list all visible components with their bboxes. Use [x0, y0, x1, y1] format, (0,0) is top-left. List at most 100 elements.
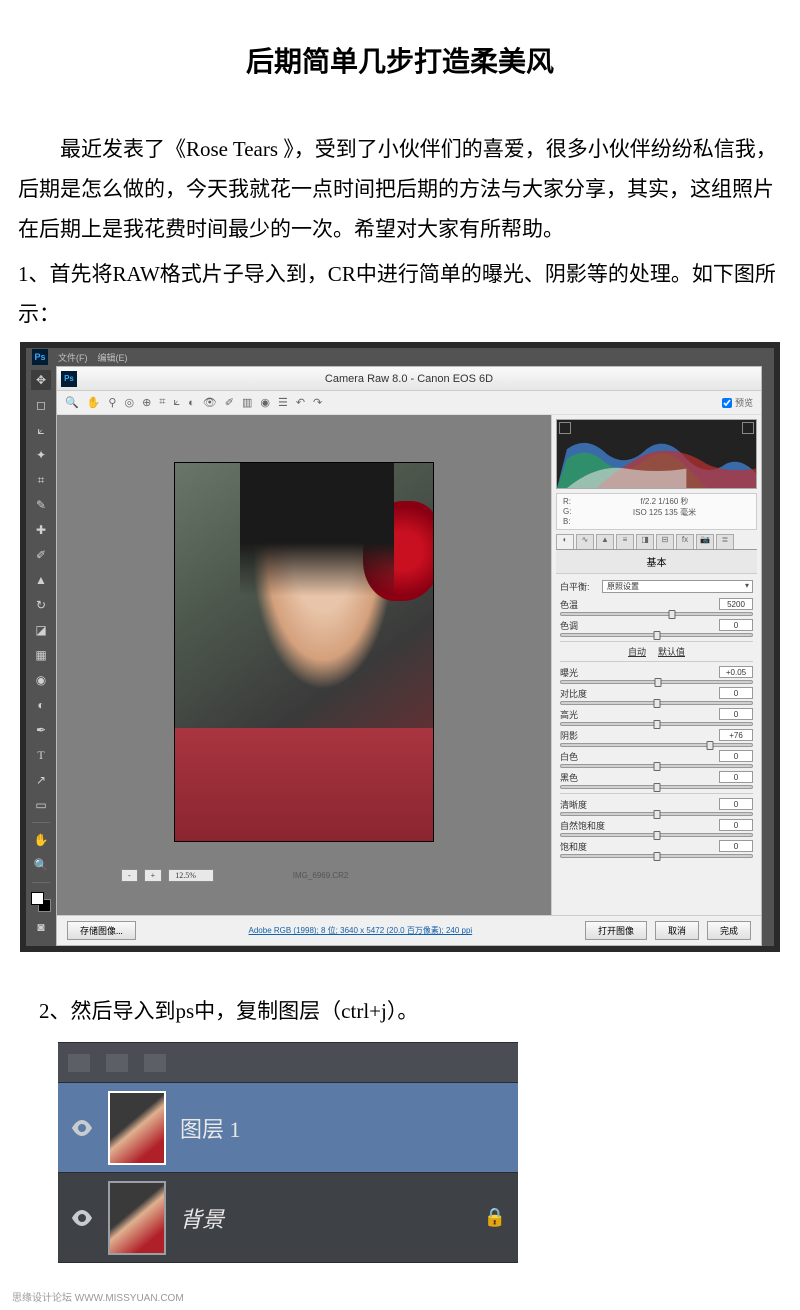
menu-edit[interactable]: 编辑(E)	[98, 351, 128, 364]
marquee-tool-icon[interactable]: ◻	[31, 395, 51, 415]
wand-tool-icon[interactable]: ✦	[31, 445, 51, 465]
shadows-value[interactable]: +76	[719, 729, 753, 741]
clarity-slider[interactable]	[560, 812, 753, 816]
visibility-icon[interactable]	[70, 1116, 94, 1140]
cr-target-icon[interactable]: ⊕	[142, 396, 151, 409]
zoom-out-button[interactable]: +	[144, 869, 163, 882]
mask-icon[interactable]	[144, 1054, 166, 1072]
crop-tool-icon[interactable]: ⌗	[31, 470, 51, 490]
tab-cal[interactable]: 📷	[696, 534, 714, 549]
preview-image[interactable]	[174, 462, 434, 842]
visibility-icon[interactable]	[70, 1206, 94, 1230]
histogram[interactable]	[556, 419, 757, 489]
cr-rotate-l-icon[interactable]: ↶	[296, 396, 305, 409]
tab-hsl[interactable]: ≡	[616, 534, 634, 549]
shadow-clip-icon[interactable]	[559, 422, 571, 434]
contrast-value[interactable]: 0	[719, 687, 753, 699]
highlights-value[interactable]: 0	[719, 708, 753, 720]
shape-tool-icon[interactable]: ▭	[31, 795, 51, 815]
auto-button[interactable]: 自动	[628, 645, 646, 658]
brush-tool-icon[interactable]: ✐	[31, 545, 51, 565]
fx-icon[interactable]	[106, 1054, 128, 1072]
tab-curve[interactable]: ∿	[576, 534, 594, 549]
clarity-value[interactable]: 0	[719, 798, 753, 810]
ps-menubar: Ps 文件(F) 编辑(E)	[26, 348, 774, 366]
layer-row-background[interactable]: 背景 🔒	[58, 1173, 518, 1263]
blur-tool-icon[interactable]: ◉	[31, 670, 51, 690]
tint-slider[interactable]	[560, 633, 753, 637]
tab-preset[interactable]: ≣	[716, 534, 734, 549]
save-image-button[interactable]: 存储图像...	[67, 921, 136, 940]
layer-thumbnail[interactable]	[108, 1181, 166, 1255]
blacks-slider[interactable]	[560, 785, 753, 789]
color-swatch-icon[interactable]	[31, 892, 51, 912]
default-button[interactable]: 默认值	[658, 645, 685, 658]
tab-lens[interactable]: ⊟	[656, 534, 674, 549]
whites-value[interactable]: 0	[719, 750, 753, 762]
cr-redeye-icon[interactable]: 👁	[203, 396, 217, 409]
cr-radial-icon[interactable]: ◉	[260, 396, 270, 409]
cr-wb-icon[interactable]: ⚲	[108, 396, 116, 409]
gradient-tool-icon[interactable]: ▦	[31, 645, 51, 665]
move-tool-icon[interactable]: ✥	[31, 370, 51, 390]
pen-tool-icon[interactable]: ✒	[31, 720, 51, 740]
temp-value[interactable]: 5200	[719, 598, 753, 610]
link-icon[interactable]	[68, 1054, 90, 1072]
eyedropper-tool-icon[interactable]: ✎	[31, 495, 51, 515]
eraser-tool-icon[interactable]: ◪	[31, 620, 51, 640]
dodge-tool-icon[interactable]: ◐	[31, 695, 51, 715]
zoom-out-button[interactable]: -	[121, 869, 138, 882]
shadows-slider[interactable]	[560, 743, 753, 747]
cr-sampler-icon[interactable]: ◎	[124, 396, 134, 409]
cr-rotate-r-icon[interactable]: ↷	[313, 396, 322, 409]
tint-value[interactable]: 0	[719, 619, 753, 631]
saturation-value[interactable]: 0	[719, 840, 753, 852]
tab-fx[interactable]: fx	[676, 534, 694, 549]
tab-detail[interactable]: ▲	[596, 534, 614, 549]
lasso-tool-icon[interactable]: ⟀	[31, 420, 51, 440]
cr-straighten-icon[interactable]: ⟀	[174, 396, 181, 409]
done-button[interactable]: 完成	[707, 921, 751, 940]
history-brush-icon[interactable]: ↻	[31, 595, 51, 615]
saturation-slider[interactable]	[560, 854, 753, 858]
vibrance-value[interactable]: 0	[719, 819, 753, 831]
cr-prefs-icon[interactable]: ☰	[278, 396, 288, 409]
cr-adjust-icon[interactable]: ✐	[225, 396, 234, 409]
tab-split[interactable]: ◨	[636, 534, 654, 549]
tab-basic[interactable]: ◐	[556, 534, 574, 549]
heal-tool-icon[interactable]: ✚	[31, 520, 51, 540]
cr-crop-icon[interactable]: ⌗	[159, 396, 165, 409]
cancel-button[interactable]: 取消	[655, 921, 699, 940]
cr-spot-icon[interactable]: ◐	[188, 397, 195, 409]
saturation-label: 饱和度	[560, 840, 587, 853]
layer-name[interactable]: 背景	[180, 1202, 224, 1234]
highlights-slider[interactable]	[560, 722, 753, 726]
adjustments-panel: R:G:B: f/2.2 1/160 秒ISO 125 135 毫米 ◐ ∿ ▲…	[551, 415, 761, 915]
contrast-slider[interactable]	[560, 701, 753, 705]
layer-name[interactable]: 图层 1	[180, 1112, 241, 1144]
profile-link[interactable]: Adobe RGB (1998); 8 位; 3640 x 5472 (20.0…	[144, 925, 577, 936]
cr-zoom-icon[interactable]: 🔍	[65, 396, 79, 409]
quickmask-icon[interactable]: ◙	[31, 917, 51, 937]
preview-checkbox[interactable]: 预览	[722, 396, 753, 409]
type-tool-icon[interactable]: T	[31, 745, 51, 765]
exposure-value[interactable]: +0.05	[719, 666, 753, 678]
layer-row-1[interactable]: 图层 1	[58, 1083, 518, 1173]
stamp-tool-icon[interactable]: ▲	[31, 570, 51, 590]
exposure-slider[interactable]	[560, 680, 753, 684]
menu-file[interactable]: 文件(F)	[58, 351, 88, 364]
zoom-tool-icon[interactable]: 🔍	[31, 855, 51, 875]
hand-tool-icon[interactable]: ✋	[31, 830, 51, 850]
highlight-clip-icon[interactable]	[742, 422, 754, 434]
path-tool-icon[interactable]: ↗	[31, 770, 51, 790]
whites-slider[interactable]	[560, 764, 753, 768]
layer-thumbnail[interactable]	[108, 1091, 166, 1165]
zoom-level[interactable]: 12.5%	[168, 869, 214, 882]
cr-hand-icon[interactable]: ✋	[87, 396, 101, 409]
vibrance-slider[interactable]	[560, 833, 753, 837]
cr-grad-icon[interactable]: ▥	[242, 396, 252, 409]
wb-dropdown[interactable]: 原照设置	[602, 580, 753, 593]
temp-slider[interactable]	[560, 612, 753, 616]
open-image-button[interactable]: 打开图像	[585, 921, 647, 940]
blacks-value[interactable]: 0	[719, 771, 753, 783]
